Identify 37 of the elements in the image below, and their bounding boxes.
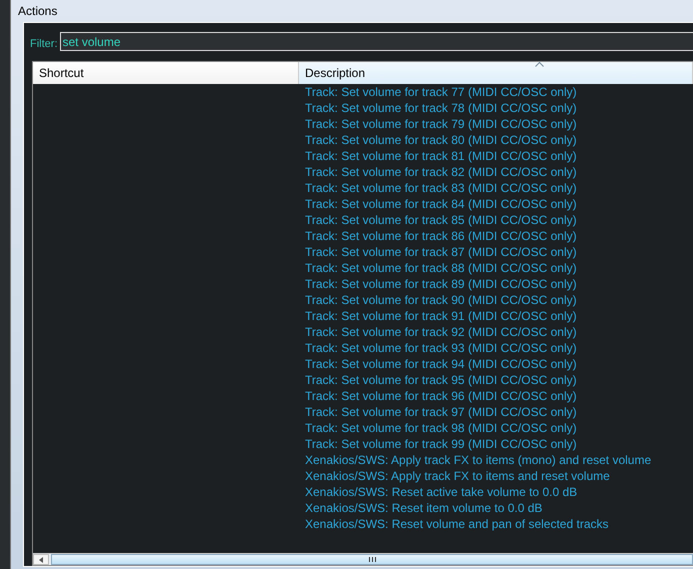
description-cell[interactable]: Track: Set volume for track 97 (MIDI CC/OSC only) bbox=[299, 404, 577, 420]
description-cell[interactable]: Track: Set volume for track 99 (MIDI CC/OSC only) bbox=[299, 436, 577, 452]
description-cell[interactable]: Xenakios/SWS: Reset active take volume to 0.0 dB bbox=[299, 484, 578, 500]
description-cell[interactable]: Track: Set volume for track 86 (MIDI CC/OSC only) bbox=[299, 228, 577, 244]
filter-label: Filter: bbox=[30, 38, 58, 50]
description-cell[interactable]: Track: Set volume for track 93 (MIDI CC/OSC only) bbox=[299, 340, 577, 356]
scroll-left-button[interactable] bbox=[33, 554, 49, 565]
description-cell[interactable]: Xenakios/SWS: Apply track FX to items (mono) and reset volume bbox=[299, 452, 652, 468]
column-header[interactable]: Description bbox=[299, 62, 693, 84]
description-cell[interactable]: Track: Set volume for track 89 (MIDI CC/OSC only) bbox=[299, 276, 577, 292]
description-cell[interactable]: Track: Set volume for track 92 (MIDI CC/OSC only) bbox=[299, 324, 577, 340]
grip-icon bbox=[368, 557, 376, 562]
description-cell[interactable]: Xenakios/SWS: Apply track FX to items and reset volume bbox=[299, 468, 610, 484]
description-cell[interactable]: Xenakios/SWS: Reset volume and pan of selected tracks bbox=[299, 516, 608, 532]
description-cell[interactable]: Track: Set volume for track 81 (MIDI CC/OSC only) bbox=[299, 148, 577, 164]
description-cell[interactable]: Track: Set volume for track 88 (MIDI CC/OSC only) bbox=[299, 260, 577, 276]
description-cell[interactable]: Track: Set volume for track 87 (MIDI CC/OSC only) bbox=[299, 244, 577, 260]
description-cell[interactable]: Track: Set volume for track 77 (MIDI CC/OSC only) bbox=[299, 84, 577, 100]
description-cell[interactable]: Track: Set volume for track 95 (MIDI CC/OSC only) bbox=[299, 372, 577, 388]
description-cell[interactable]: Track: Set volume for track 83 (MIDI CC/OSC only) bbox=[299, 180, 577, 196]
description-cell[interactable]: Track: Set volume for track 94 (MIDI CC/OSC only) bbox=[299, 356, 577, 372]
description-cell[interactable]: Track: Set volume for track 78 (MIDI CC/OSC only) bbox=[299, 100, 577, 116]
sort-caret-icon bbox=[535, 62, 544, 67]
scrollbar-thumb[interactable] bbox=[51, 554, 693, 565]
description-cell[interactable]: Track: Set volume for track 90 (MIDI CC/OSC only) bbox=[299, 292, 577, 308]
description-cell[interactable]: Track: Set volume for track 79 (MIDI CC/OSC only) bbox=[299, 116, 577, 132]
description-cell[interactable]: Track: Set volume for track 98 (MIDI CC/OSC only) bbox=[299, 420, 577, 436]
description-cell[interactable]: Xenakios/SWS: Reset item volume to 0.0 dB bbox=[299, 500, 542, 516]
description-cell[interactable]: Track: Set volume for track 84 (MIDI CC/OSC only) bbox=[299, 196, 577, 212]
window-title: Actions bbox=[18, 4, 58, 18]
left-arrow-icon bbox=[38, 556, 44, 562]
description-cell[interactable]: Track: Set volume for track 85 (MIDI CC/OSC only) bbox=[299, 212, 577, 228]
description-cell[interactable]: Track: Set volume for track 91 (MIDI CC/OSC only) bbox=[299, 308, 577, 324]
filter-field[interactable]: set volume bbox=[60, 32, 693, 51]
description-cell[interactable]: Track: Set volume for track 82 (MIDI CC/OSC only) bbox=[299, 164, 577, 180]
description-cell[interactable]: Track: Set volume for track 96 (MIDI CC/OSC only) bbox=[299, 388, 577, 404]
description-cell[interactable]: Track: Set volume for track 80 (MIDI CC/OSC only) bbox=[299, 132, 577, 148]
